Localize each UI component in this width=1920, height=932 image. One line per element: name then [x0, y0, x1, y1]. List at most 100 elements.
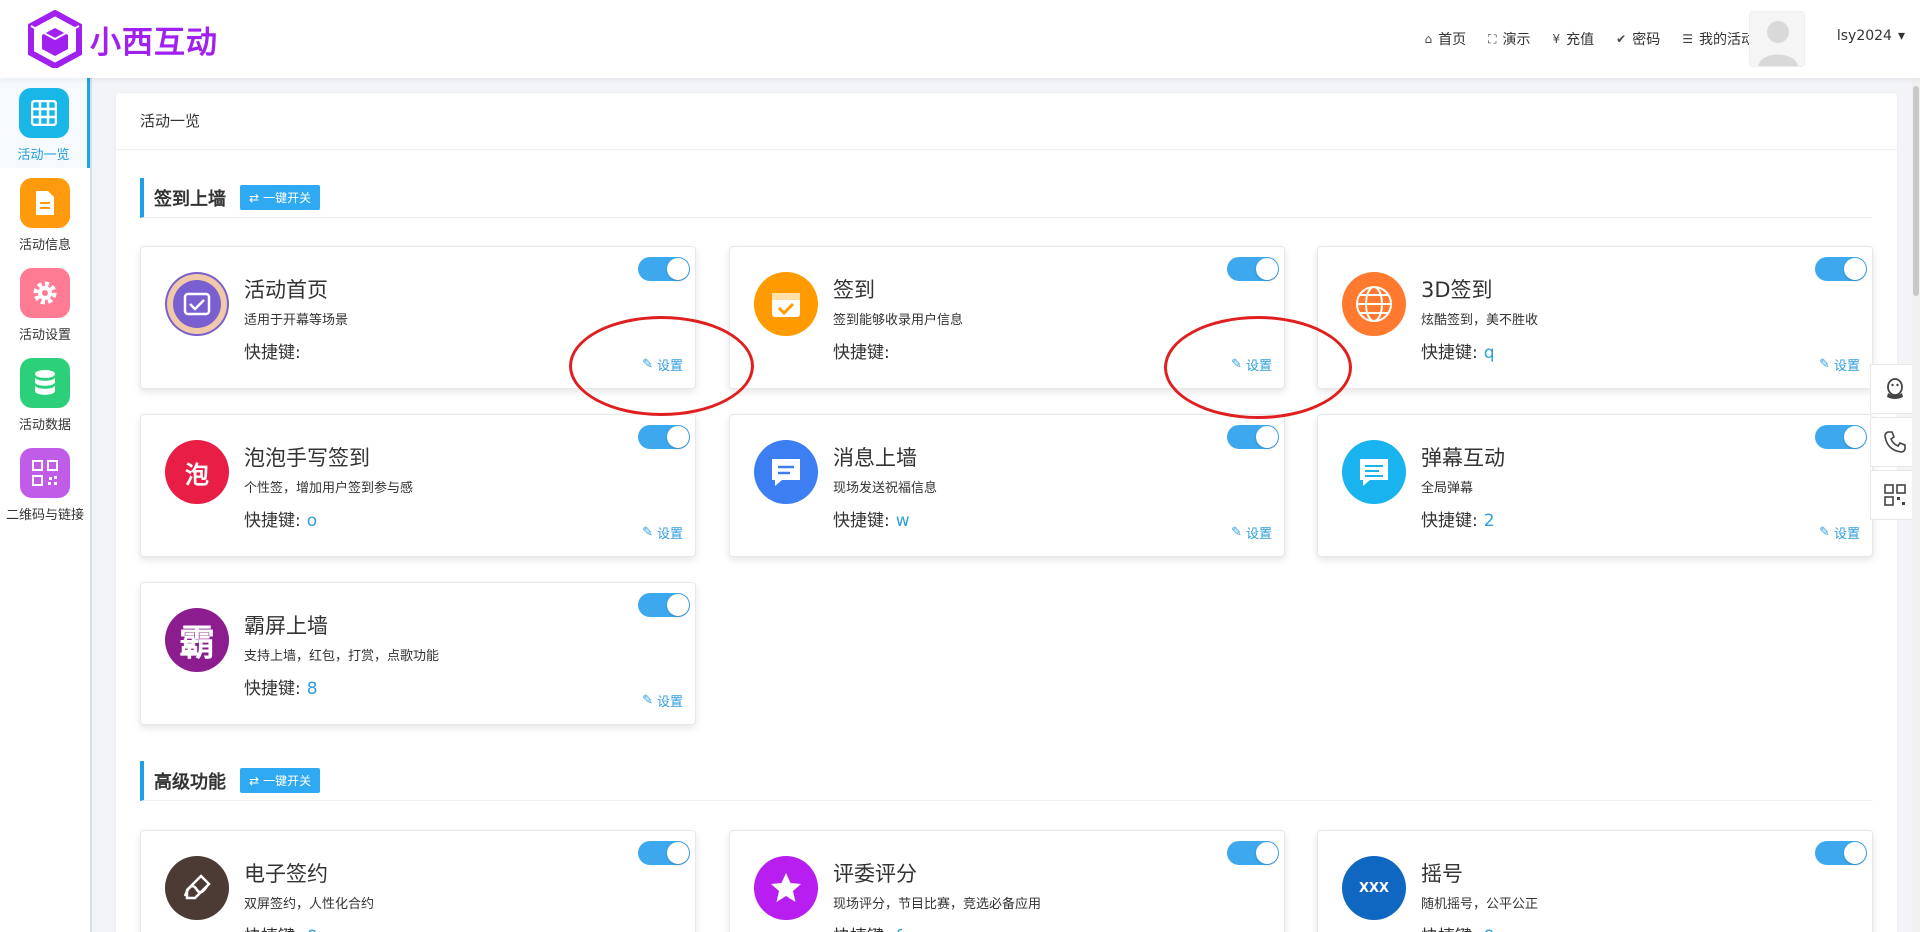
toggle-knob — [1844, 426, 1866, 448]
settings-link[interactable]: ✎ 设置 — [1231, 523, 1272, 542]
sidebar-item-qrcode[interactable]: 二维码与链接 — [0, 438, 90, 528]
card-description: 炫酷签到，美不胜收 — [1421, 313, 1539, 328]
toggle-icon: ⇄ — [249, 190, 260, 205]
top-nav: ⌂ 首页 ⛶ 演示 ¥ 充值 ✔ 密码 ☰ 我的活动 — [1425, 0, 1756, 78]
lottery-icon: XXX — [1342, 856, 1406, 920]
card-description: 现场评分，节目比赛，竞选必备应用 — [833, 897, 1042, 912]
toggle-knob — [1844, 258, 1866, 280]
enable-toggle[interactable] — [638, 257, 690, 281]
toggle-knob — [667, 426, 689, 448]
sidebar-item-settings[interactable]: 活动设置 — [0, 258, 90, 348]
card-icon-glyph: 霸 — [178, 623, 215, 664]
nav-home[interactable]: ⌂ 首页 — [1425, 29, 1467, 49]
shortcut-key: 快捷键: o — [244, 506, 317, 531]
section-title: 高级功能 — [154, 771, 226, 793]
activity-card: 泡 泡泡手写签到个性签，增加用户签到参与感快捷键: o ✎ 设置 — [140, 414, 696, 557]
shortcut-key-value: 9 — [1484, 927, 1495, 932]
bubble-pao-icon: 泡 — [165, 440, 229, 504]
toggle-all-button[interactable]: ⇄ 一键开关 — [240, 768, 321, 793]
shortcut-key: 快捷键: — [244, 338, 307, 363]
card-title: 摇号 — [1421, 862, 1463, 886]
settings-link[interactable]: ✎ 设置 — [1231, 355, 1272, 374]
shortcut-key: 快捷键: q — [1421, 338, 1495, 363]
sidebar-item-data[interactable]: 活动数据 — [0, 348, 90, 438]
shortcut-key-label: 快捷键: — [244, 679, 301, 699]
card-title: 签到 — [833, 278, 875, 302]
toggle-all-button[interactable]: ⇄ 一键开关 — [240, 185, 321, 210]
card-title: 活动首页 — [244, 278, 328, 302]
scrollbar-thumb[interactable] — [1913, 86, 1919, 296]
enable-toggle[interactable] — [1227, 257, 1279, 281]
shortcut-key-label: 快捷键: — [1421, 343, 1478, 363]
settings-link[interactable]: ✎ 设置 — [1819, 523, 1860, 542]
main-panel: 活动一览 签到上墙 ⇄ 一键开关 高级功能 ⇄ 一键开关 活动首页 适用于开幕等场景快… — [115, 92, 1898, 932]
card-icon-glyph: 泡 — [185, 460, 209, 489]
activity-card: 弹幕互动 全局弹幕 快捷键: 2 ✎ 设置 — [1317, 414, 1873, 557]
enable-toggle[interactable] — [638, 425, 690, 449]
grid-icon — [18, 88, 69, 138]
card-description: 个性签，增加用户签到参与感 — [244, 481, 414, 496]
settings-label: 设置 — [656, 695, 683, 710]
enable-toggle[interactable] — [1815, 841, 1867, 865]
shortcut-key: 快捷键: — [833, 338, 896, 363]
section-title: 签到上墙 — [154, 188, 226, 210]
shortcut-key-value: 0 — [307, 927, 318, 932]
logo[interactable]: 小西互动 — [28, 10, 218, 68]
toggle-knob — [667, 842, 689, 864]
pencil-icon: ✎ — [1819, 357, 1830, 372]
fullscreen-icon: ⛶ — [1488, 31, 1497, 46]
nav-demo[interactable]: ⛶ 演示 — [1488, 29, 1530, 49]
list-icon: ☰ — [1682, 32, 1693, 46]
shortcut-key-value: 8 — [306, 679, 318, 699]
shortcut-key: 快捷键: 8 — [244, 674, 318, 699]
star-icon — [754, 856, 818, 920]
qrcode-icon — [20, 448, 70, 498]
enable-toggle[interactable] — [638, 841, 690, 865]
nav-my-activities[interactable]: ☰ 我的活动 — [1682, 29, 1755, 49]
chevron-down-icon: ▾ — [1897, 28, 1905, 44]
sidebar-item-info[interactable]: 活动信息 — [0, 168, 90, 258]
shortcut-key-label: 快捷键: — [1421, 927, 1478, 932]
enable-toggle[interactable] — [1815, 425, 1867, 449]
settings-link[interactable]: ✎ 设置 — [642, 523, 683, 542]
toggle-icon: ⇄ — [249, 773, 260, 788]
activity-card: 霸 霸屏上墙 支持上墙，红包，打赏，点歌功能 快捷键: 8 ✎ 设置 — [140, 582, 696, 725]
settings-link[interactable]: ✎ 设置 — [642, 355, 683, 374]
toggle-knob — [667, 594, 689, 616]
enable-toggle[interactable] — [1227, 841, 1279, 865]
section-signin-wall: 签到上墙 ⇄ 一键开关 — [140, 178, 1873, 218]
shortcut-key-label: 快捷键: — [833, 343, 890, 363]
calendar-check-icon — [754, 272, 818, 336]
card-title: 泡泡手写签到 — [244, 446, 370, 470]
user-silhouette-icon — [1758, 21, 1798, 66]
page-title: 活动一览 — [116, 93, 1897, 150]
nav-label: 充值 — [1566, 32, 1595, 48]
toggle-knob — [1256, 426, 1278, 448]
sidebar-item-overview[interactable]: 活动一览 — [0, 78, 90, 168]
sidebar-item-label: 活动设置 — [18, 328, 71, 343]
enable-toggle[interactable] — [638, 593, 690, 617]
enable-toggle[interactable] — [1815, 257, 1867, 281]
settings-link[interactable]: ✎ 设置 — [1819, 355, 1860, 374]
user-menu[interactable]: lsy2024 ▾ — [1837, 28, 1905, 44]
card-title: 消息上墙 — [833, 446, 917, 470]
database-icon — [20, 358, 70, 408]
settings-label: 设置 — [656, 359, 683, 374]
pen-sign-icon — [165, 856, 229, 920]
shortcut-key: 快捷键: f — [833, 922, 902, 932]
settings-link[interactable]: ✎ 设置 — [642, 691, 683, 710]
pencil-icon: ✎ — [1231, 357, 1242, 372]
nav-recharge[interactable]: ¥ 充值 — [1553, 29, 1595, 49]
shortcut-key-value: 2 — [1483, 511, 1495, 531]
nav-password[interactable]: ✔ 密码 — [1616, 29, 1660, 49]
left-sidebar: 活动一览 活动信息 活动设置 活动数据 二维码与链接 — [0, 78, 92, 932]
avatar[interactable] — [1749, 11, 1805, 67]
enable-toggle[interactable] — [1227, 425, 1279, 449]
settings-label: 设置 — [656, 527, 683, 542]
message-icon — [754, 440, 818, 504]
activity-card: XXX摇号随机摇号，公平公正快捷键:9✎设置 — [1317, 830, 1873, 932]
sidebar-item-label: 二维码与链接 — [5, 508, 84, 523]
card-description: 现场发送祝福信息 — [833, 481, 938, 496]
vertical-scrollbar[interactable] — [1912, 78, 1920, 932]
danmu-icon — [1342, 440, 1406, 504]
